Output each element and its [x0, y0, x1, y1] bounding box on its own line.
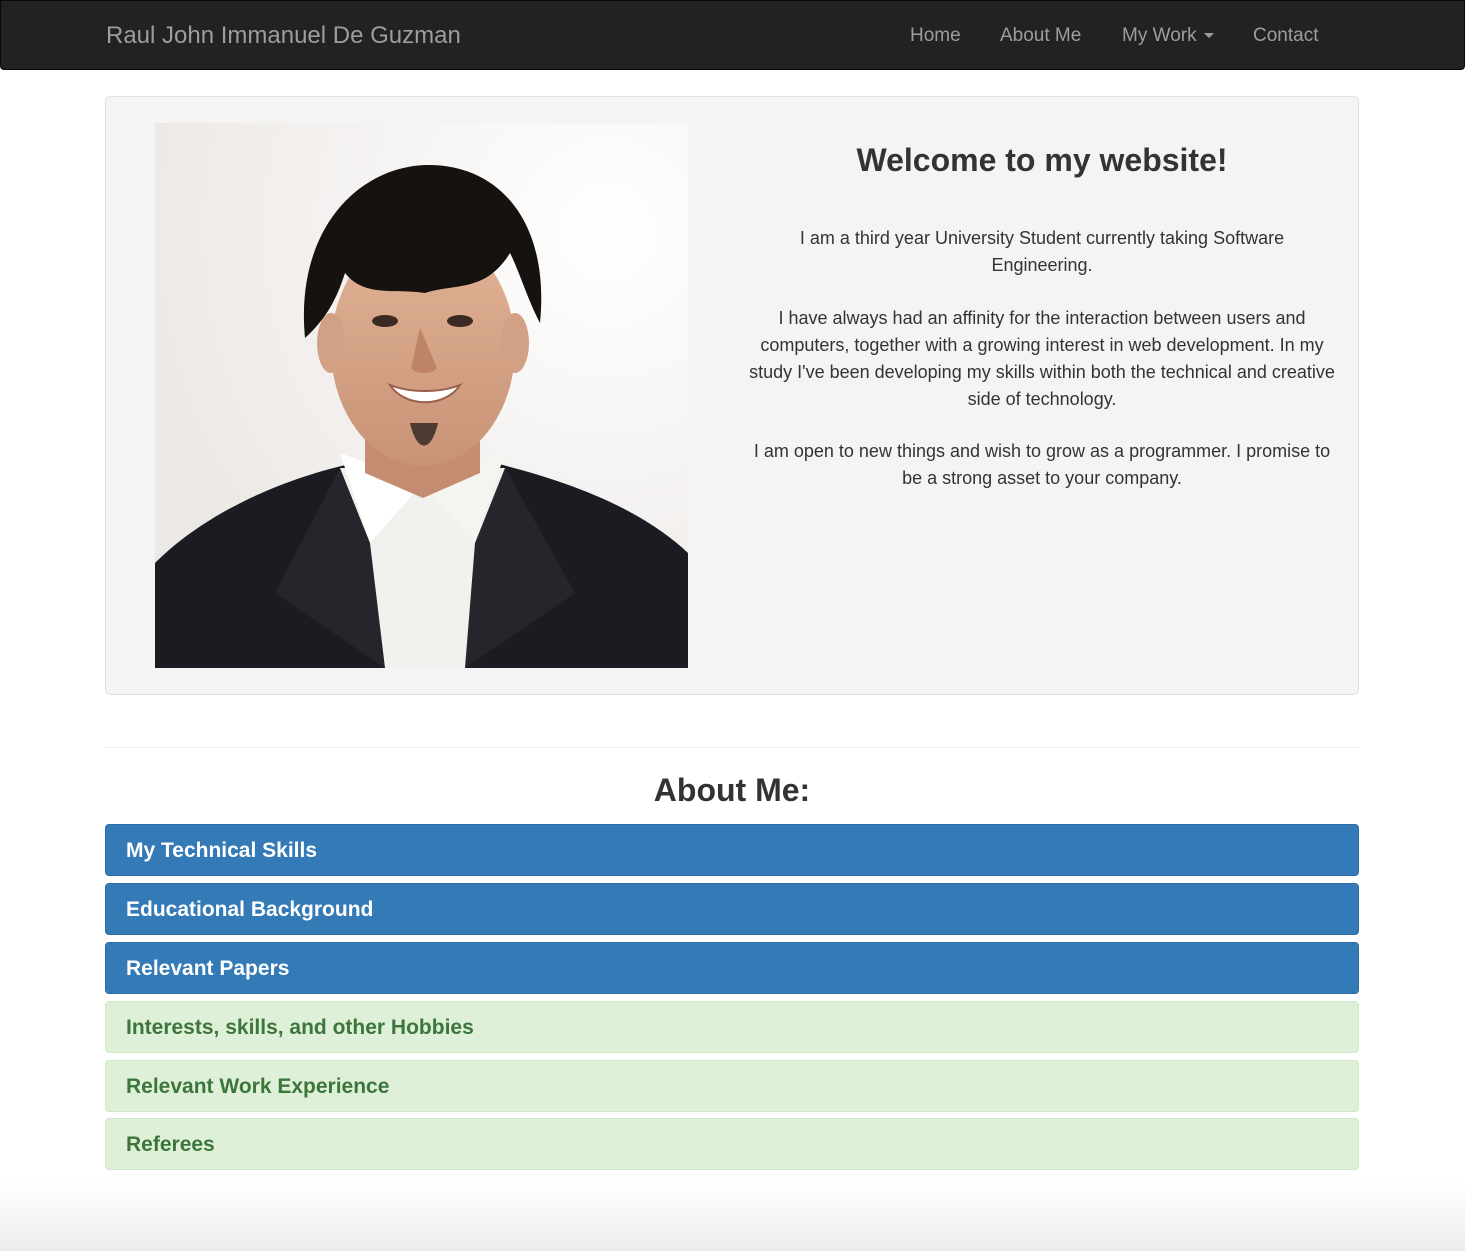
panel-title: My Technical Skills [126, 839, 318, 862]
intro-paragraph: I have always had an affinity for the in… [749, 308, 1335, 409]
panel-interests-hobbies[interactable]: Interests, skills, and other Hobbies [105, 1001, 1359, 1053]
intro-paragraph: I am a third year University Student cur… [799, 228, 1285, 275]
caret-down-icon [1203, 33, 1214, 39]
panel-technical-skills[interactable]: My Technical Skills [105, 824, 1359, 876]
welcome-jumbotron: Welcome to my website! I am a third year… [105, 96, 1359, 695]
panel-title: Educational Background [126, 898, 374, 921]
panel-title: Interests, skills, and other Hobbies [126, 1016, 474, 1039]
profile-photo [155, 123, 688, 668]
panel-educational-background[interactable]: Educational Background [105, 883, 1359, 935]
about-heading: About Me: [653, 772, 811, 808]
top-navbar: Raul John Immanuel De Guzman Home About … [0, 0, 1465, 70]
panel-relevant-papers[interactable]: Relevant Papers [105, 942, 1359, 994]
panel-work-experience[interactable]: Relevant Work Experience [105, 1060, 1359, 1112]
nav-about-link[interactable]: About Me [1000, 1, 1081, 69]
divider [105, 1224, 1359, 1225]
divider [105, 747, 1359, 748]
nav-contact-link[interactable]: Contact [1253, 1, 1318, 69]
welcome-heading: Welcome to my website! [856, 142, 1228, 178]
panel-title: Referees [126, 1133, 215, 1156]
panel-title: Relevant Work Experience [126, 1075, 390, 1098]
intro-paragraph: I am open to new things and wish to grow… [753, 441, 1331, 488]
brand-link[interactable]: Raul John Immanuel De Guzman [106, 1, 461, 69]
bottom-fade [0, 1180, 1465, 1251]
nav-home-link[interactable]: Home [910, 1, 961, 69]
panel-title: Relevant Papers [126, 957, 290, 980]
nav-my-work-dropdown[interactable]: My Work [1122, 1, 1214, 69]
panel-referees[interactable]: Referees [105, 1118, 1359, 1170]
nav-my-work-label: My Work [1122, 25, 1197, 46]
